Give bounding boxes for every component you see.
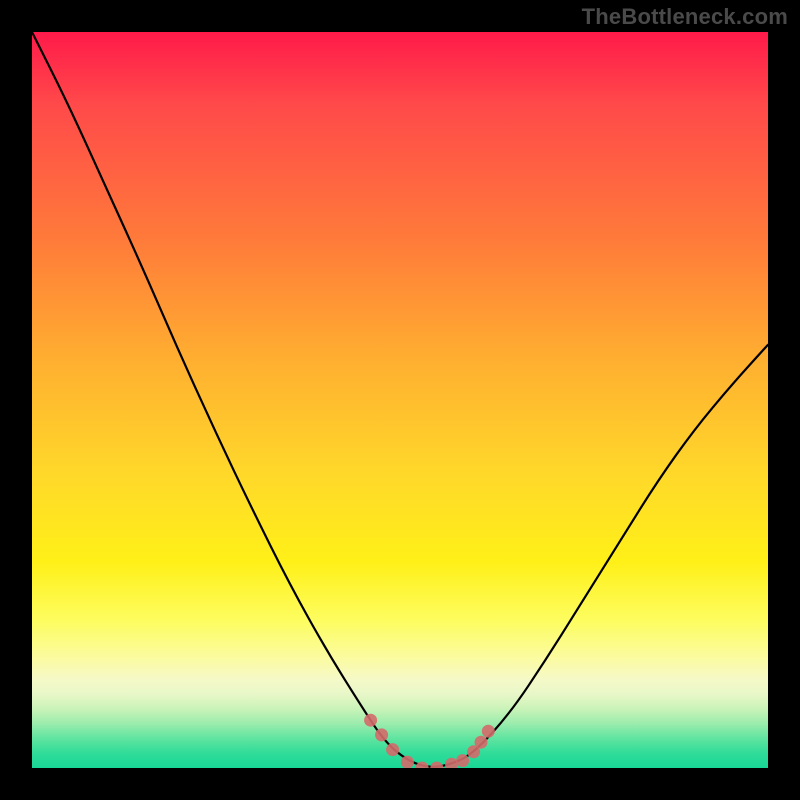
highlight-dot [456, 754, 469, 767]
highlight-dot [364, 714, 377, 727]
highlight-dot [386, 743, 399, 756]
chart-frame: TheBottleneck.com [0, 0, 800, 800]
curve-overlay [32, 32, 768, 768]
highlight-dot [416, 762, 429, 769]
main-curve [32, 32, 768, 767]
highlight-dot [445, 758, 458, 768]
highlight-dot [401, 756, 414, 768]
watermark-text: TheBottleneck.com [582, 4, 788, 30]
highlight-dot [475, 736, 488, 749]
highlight-dot [430, 762, 443, 769]
highlight-dot [375, 728, 388, 741]
plot-area [32, 32, 768, 768]
marker-group [364, 714, 495, 768]
highlight-dot [482, 725, 495, 738]
